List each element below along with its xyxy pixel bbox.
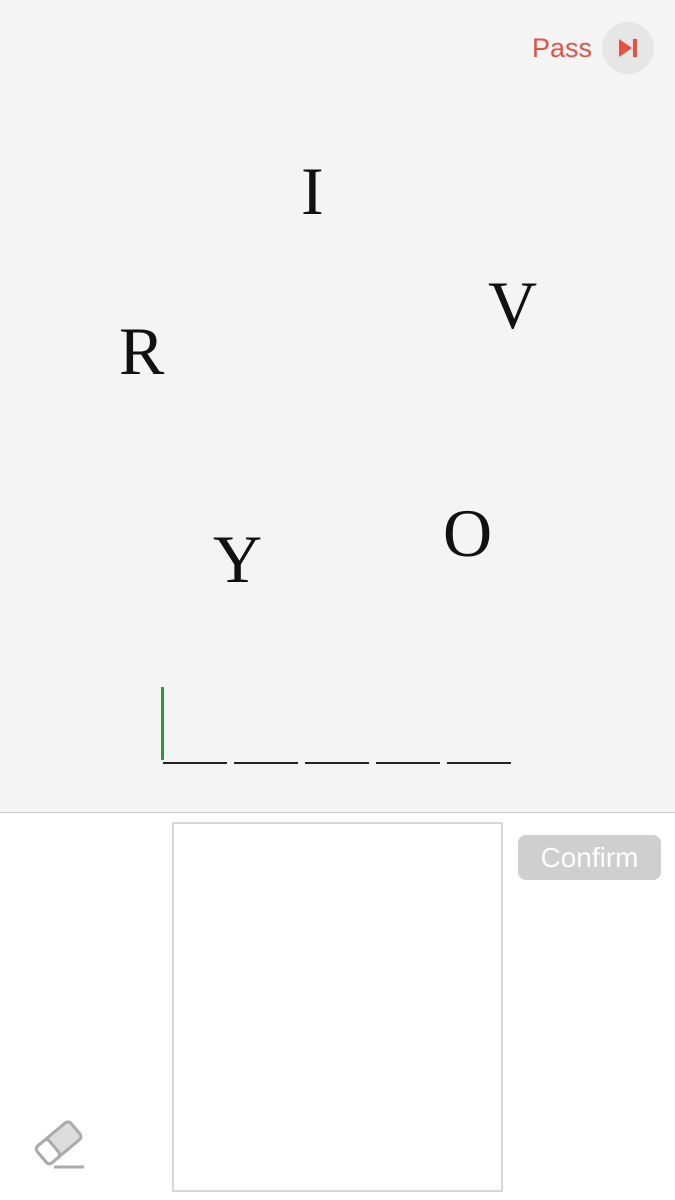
answer-slot[interactable] [376, 762, 440, 764]
pass-button[interactable]: Pass [532, 22, 654, 74]
handwriting-pad[interactable] [172, 822, 503, 1192]
letter-tile-o[interactable]: O [443, 499, 492, 567]
skip-next-icon [602, 22, 654, 74]
letter-tile-v[interactable]: V [488, 271, 537, 339]
text-cursor [161, 687, 164, 760]
answer-slot[interactable] [234, 762, 298, 764]
pass-label: Pass [531, 32, 592, 63]
answer-slot[interactable] [447, 762, 511, 764]
answer-slot[interactable] [163, 762, 227, 764]
answer-slot[interactable] [305, 762, 369, 764]
confirm-button[interactable]: Confirm [518, 835, 661, 880]
letter-tile-y[interactable]: Y [213, 525, 262, 593]
puzzle-area: Pass I V R Y O [0, 0, 675, 813]
eraser-icon[interactable] [28, 1112, 88, 1172]
letter-tile-r[interactable]: R [119, 317, 164, 385]
letter-tile-i[interactable]: I [301, 157, 324, 225]
